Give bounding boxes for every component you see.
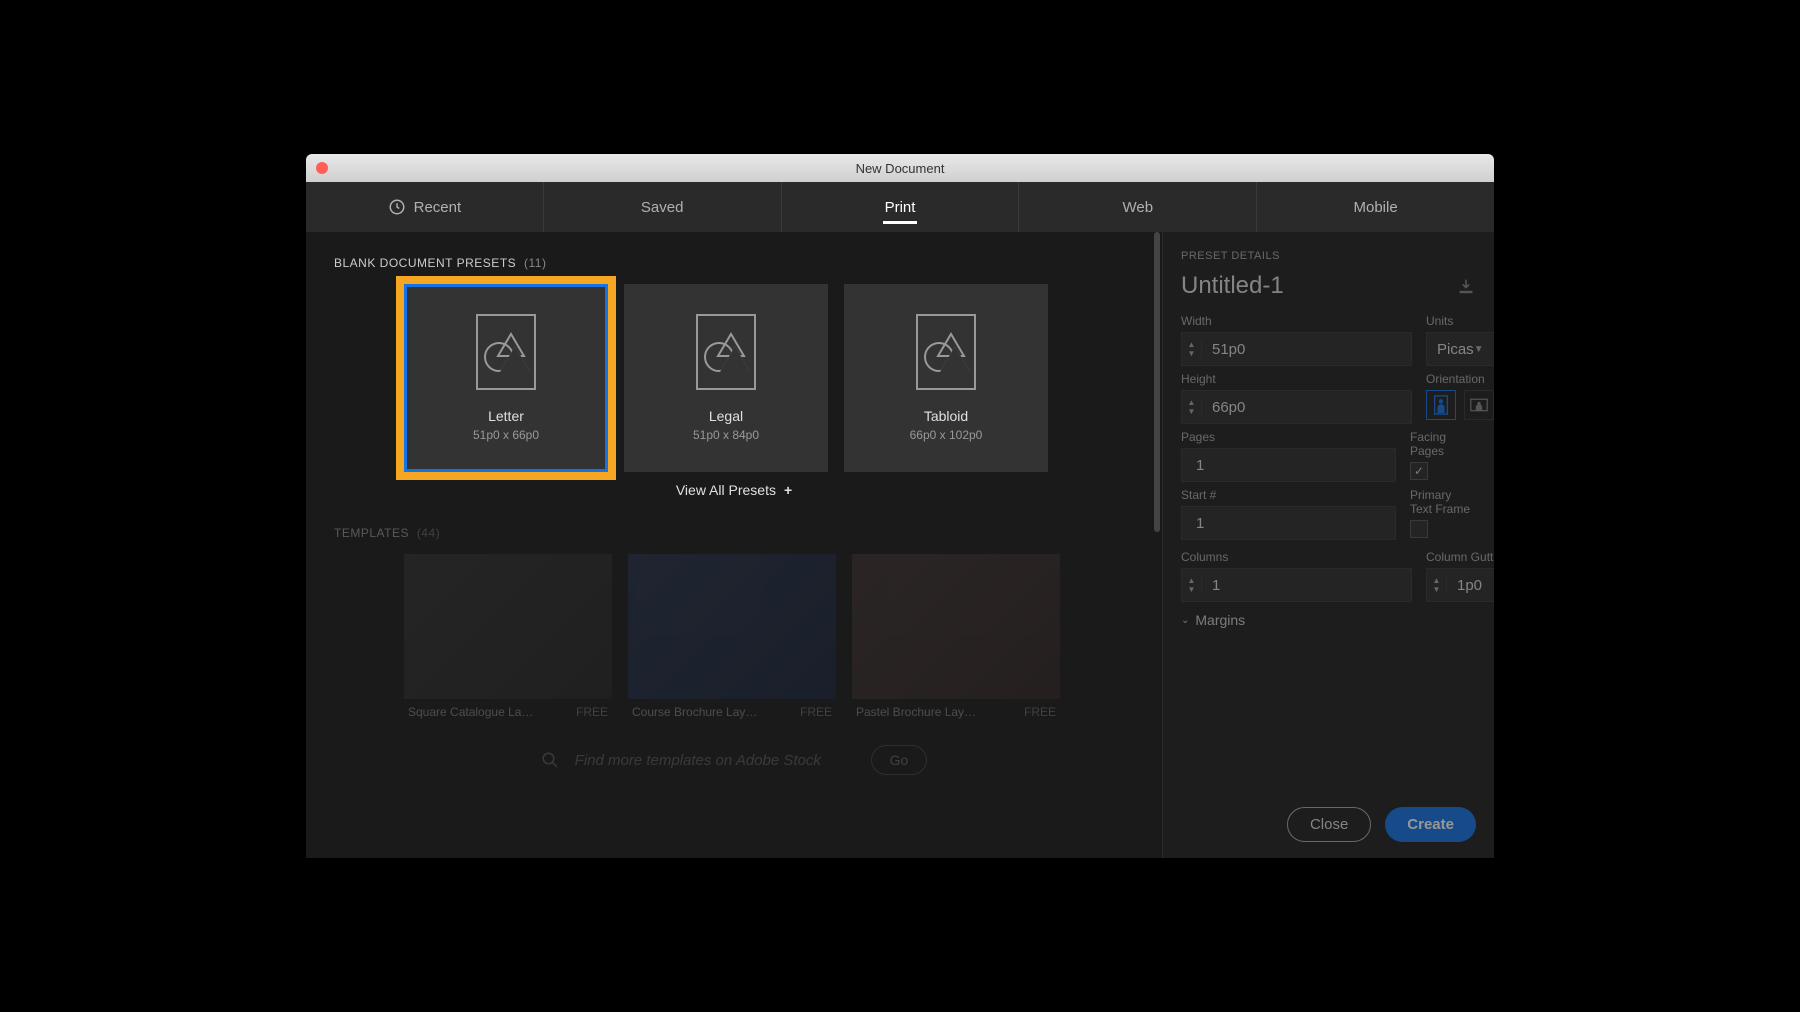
units-select[interactable]: Picas ▼	[1426, 332, 1494, 366]
template-card[interactable]: Square Catalogue La…FREE	[404, 554, 612, 725]
stepper-up-icon[interactable]: ▲	[1182, 340, 1201, 349]
save-preset-icon[interactable]	[1456, 278, 1476, 294]
primary-text-frame-checkbox[interactable]	[1410, 520, 1428, 538]
blank-presets-heading: BLANK DOCUMENT PRESETS (11)	[334, 256, 1134, 270]
preset-legal[interactable]: Legal 51p0 x 84p0	[624, 284, 828, 472]
chevron-down-icon: ⌄	[1181, 615, 1189, 626]
document-icon	[476, 314, 536, 390]
template-thumbnail	[628, 554, 836, 699]
stepper-down-icon[interactable]: ▼	[1182, 407, 1201, 416]
template-thumbnail	[852, 554, 1060, 699]
clock-icon	[388, 198, 406, 216]
document-name-input[interactable]	[1181, 272, 1421, 300]
titlebar: New Document	[306, 154, 1494, 182]
category-tabs: Recent Saved Print Web Mobile	[306, 182, 1494, 232]
columns-input[interactable]: ▲▼	[1181, 568, 1412, 602]
chevron-down-icon: ▼	[1474, 344, 1484, 355]
orientation-portrait[interactable]	[1426, 390, 1456, 420]
preset-details-panel: PRESET DETAILS Width ▲▼ Units	[1162, 232, 1494, 858]
stepper-down-icon[interactable]: ▼	[1182, 349, 1201, 358]
document-icon	[916, 314, 976, 390]
plus-icon: +	[784, 482, 792, 498]
presets-panel: BLANK DOCUMENT PRESETS (11) Letter 51p0 …	[306, 232, 1162, 858]
scrollbar[interactable]	[1154, 232, 1160, 532]
tab-web[interactable]: Web	[1019, 182, 1257, 232]
tab-mobile[interactable]: Mobile	[1257, 182, 1494, 232]
view-all-presets[interactable]: View All Presets+	[334, 482, 1134, 498]
stepper-down-icon[interactable]: ▼	[1182, 585, 1201, 594]
stepper-up-icon[interactable]: ▲	[1182, 576, 1201, 585]
template-thumbnail	[404, 554, 612, 699]
stepper-up-icon[interactable]: ▲	[1182, 398, 1201, 407]
preset-letter[interactable]: Letter 51p0 x 66p0	[404, 284, 608, 472]
margins-section[interactable]: ⌄ Margins	[1181, 612, 1476, 628]
orientation-landscape[interactable]	[1464, 390, 1494, 420]
go-button[interactable]: Go	[871, 745, 928, 775]
create-button[interactable]: Create	[1385, 807, 1476, 842]
tab-print[interactable]: Print	[782, 182, 1020, 232]
window-title: New Document	[306, 161, 1494, 176]
preset-details-heading: PRESET DETAILS	[1181, 250, 1476, 262]
close-button[interactable]: Close	[1287, 807, 1371, 842]
start-number-input[interactable]	[1181, 506, 1396, 540]
template-card[interactable]: Course Brochure Lay…FREE	[628, 554, 836, 725]
tab-saved[interactable]: Saved	[544, 182, 782, 232]
stock-search-input[interactable]	[575, 752, 855, 769]
new-document-dialog: New Document Recent Saved Print Web Mobi…	[306, 154, 1494, 858]
templates-heading: TEMPLATES (44)	[334, 526, 1134, 540]
tab-recent[interactable]: Recent	[306, 182, 544, 232]
width-input[interactable]: ▲▼	[1181, 332, 1412, 366]
height-input[interactable]: ▲▼	[1181, 390, 1412, 424]
gutter-input[interactable]: ▲▼	[1426, 568, 1494, 602]
stepper-up-icon[interactable]: ▲	[1427, 576, 1446, 585]
search-icon	[541, 751, 559, 769]
template-card[interactable]: Pastel Brochure Lay…FREE	[852, 554, 1060, 725]
facing-pages-checkbox[interactable]	[1410, 462, 1428, 480]
pages-input[interactable]	[1181, 448, 1396, 482]
document-icon	[696, 314, 756, 390]
stepper-down-icon[interactable]: ▼	[1427, 585, 1446, 594]
preset-tabloid[interactable]: Tabloid 66p0 x 102p0	[844, 284, 1048, 472]
